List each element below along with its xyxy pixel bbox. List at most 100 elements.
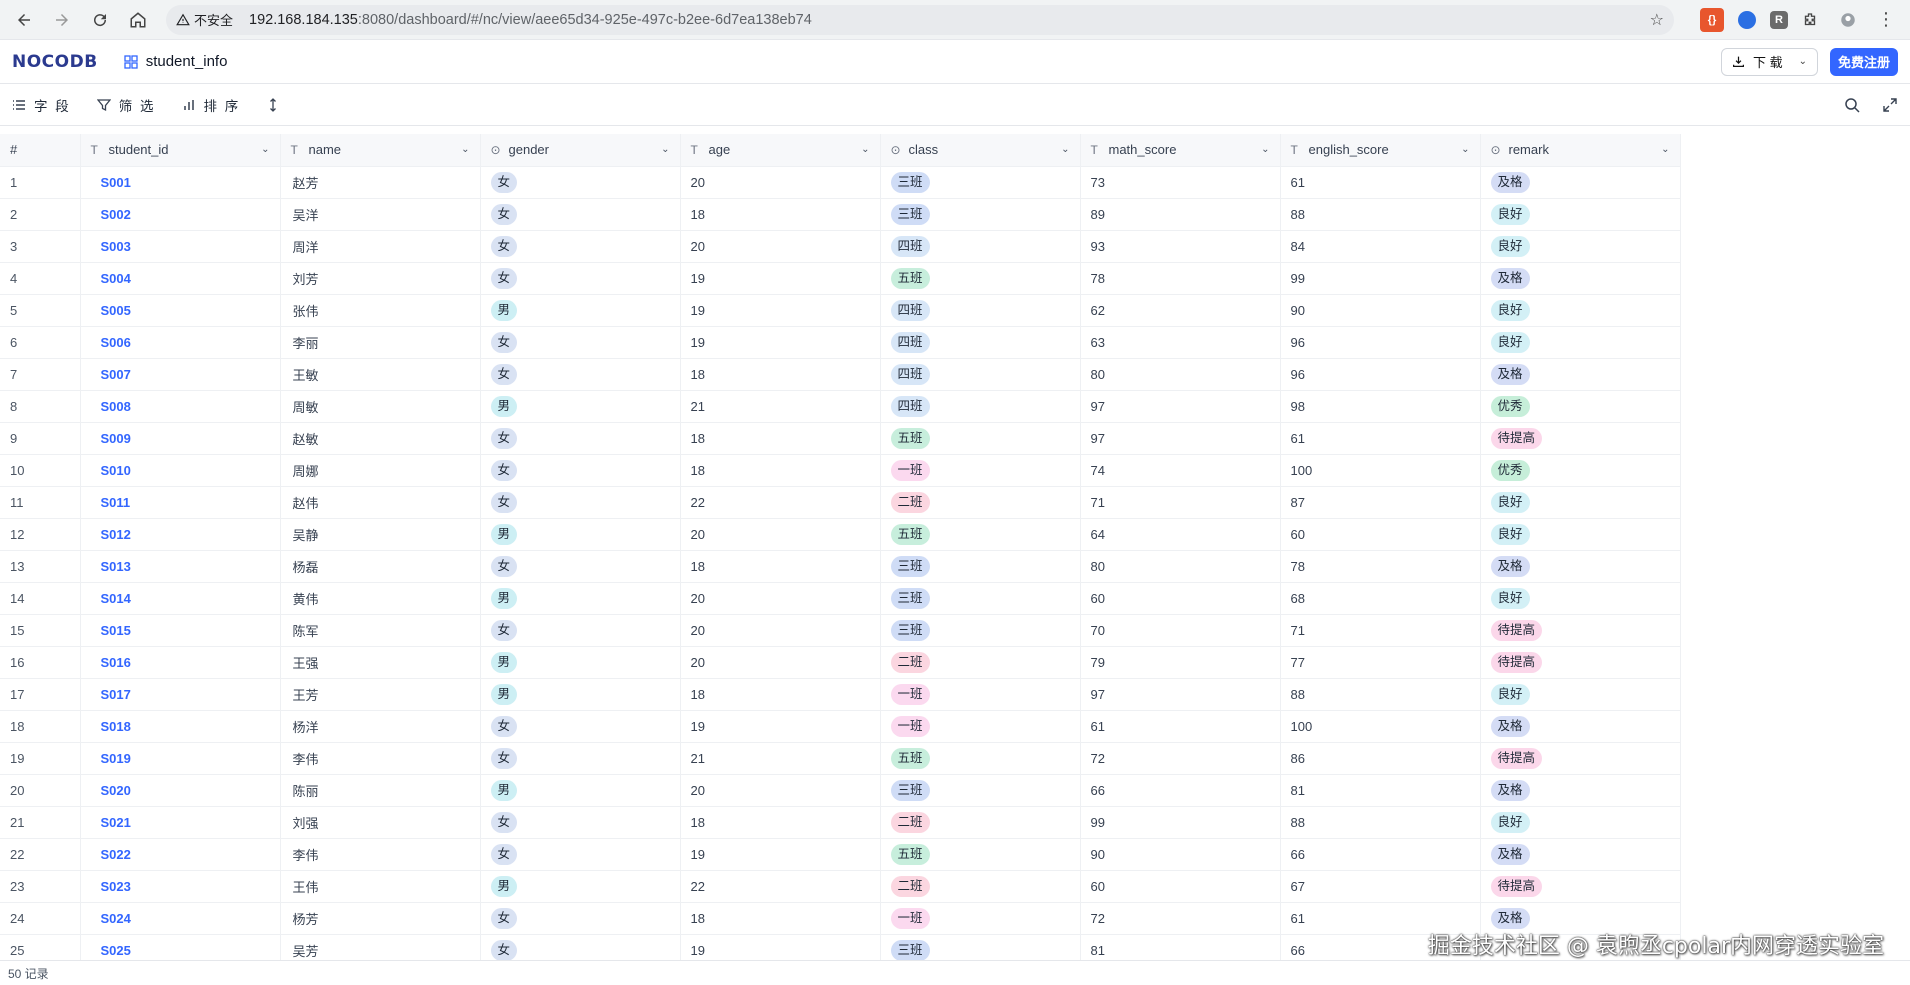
age-cell[interactable]: 20 xyxy=(680,518,881,551)
english-score-cell[interactable]: 90 xyxy=(1280,294,1481,327)
math-score-cell[interactable]: 99 xyxy=(1080,806,1281,839)
english-score-cell[interactable]: 84 xyxy=(1280,230,1481,263)
english-score-cell[interactable]: 98 xyxy=(1280,390,1481,423)
gender-cell[interactable]: 女 xyxy=(480,262,681,295)
class-cell[interactable]: 三班 xyxy=(880,934,1081,960)
math-score-cell[interactable]: 78 xyxy=(1080,262,1281,295)
table-row[interactable]: 9 S009 赵敏女 18 五班 97 61 待提高 xyxy=(0,422,1681,455)
filter-button[interactable]: 筛 选 xyxy=(96,95,156,115)
name-cell[interactable]: 黄伟 xyxy=(280,582,481,615)
class-cell[interactable]: 一班 xyxy=(880,454,1081,487)
row-number[interactable]: 3 xyxy=(0,230,81,263)
student-id-cell[interactable]: S014 xyxy=(80,582,281,615)
bookmark-star-icon[interactable]: ☆ xyxy=(1650,10,1664,30)
age-cell[interactable]: 22 xyxy=(680,870,881,903)
class-cell[interactable]: 四班 xyxy=(880,358,1081,391)
student-id-cell[interactable]: S008 xyxy=(80,390,281,423)
gender-cell[interactable]: 女 xyxy=(480,614,681,647)
class-cell[interactable]: 一班 xyxy=(880,678,1081,711)
age-cell[interactable]: 20 xyxy=(680,582,881,615)
math-score-cell[interactable]: 97 xyxy=(1080,390,1281,423)
class-cell[interactable]: 四班 xyxy=(880,390,1081,423)
age-cell[interactable]: 18 xyxy=(680,550,881,583)
gender-cell[interactable]: 女 xyxy=(480,550,681,583)
extension-icon[interactable]: R xyxy=(1770,10,1788,29)
chevron-down-icon[interactable]: ⌄ xyxy=(461,144,469,155)
remark-cell[interactable]: 良好 xyxy=(1480,678,1681,711)
gender-cell[interactable]: 女 xyxy=(480,454,681,487)
student-id-cell[interactable]: S002 xyxy=(80,198,281,231)
math-score-cell[interactable]: 61 xyxy=(1080,710,1281,743)
row-number[interactable]: 18 xyxy=(0,710,81,743)
class-cell[interactable]: 三班 xyxy=(880,550,1081,583)
age-cell[interactable]: 20 xyxy=(680,646,881,679)
age-cell[interactable]: 18 xyxy=(680,422,881,455)
table-row[interactable]: 14 S014 黄伟男 20 三班 60 68 良好 xyxy=(0,582,1681,615)
age-cell[interactable]: 18 xyxy=(680,806,881,839)
math-score-cell[interactable]: 89 xyxy=(1080,198,1281,231)
name-cell[interactable]: 王敏 xyxy=(280,358,481,391)
age-cell[interactable]: 18 xyxy=(680,198,881,231)
english-score-cell[interactable]: 81 xyxy=(1280,774,1481,807)
math-score-cell[interactable]: 73 xyxy=(1080,166,1281,199)
search-icon[interactable] xyxy=(1844,97,1860,113)
student-id-cell[interactable]: S013 xyxy=(80,550,281,583)
student-id-cell[interactable]: S005 xyxy=(80,294,281,327)
sort-button[interactable]: 排 序 xyxy=(182,95,241,115)
math-score-cell[interactable]: 72 xyxy=(1080,902,1281,935)
profile-avatar-icon[interactable] xyxy=(1832,4,1864,36)
remark-cell[interactable]: 良好 xyxy=(1480,294,1681,327)
student-id-cell[interactable]: S003 xyxy=(80,230,281,263)
gender-cell[interactable]: 女 xyxy=(480,422,681,455)
chevron-down-icon[interactable]: ⌄ xyxy=(661,144,669,155)
gender-cell[interactable]: 男 xyxy=(480,774,681,807)
gender-cell[interactable]: 女 xyxy=(480,198,681,231)
class-cell[interactable]: 五班 xyxy=(880,518,1081,551)
chevron-down-icon[interactable]: ⌄ xyxy=(1461,144,1469,155)
row-number[interactable]: 21 xyxy=(0,806,81,839)
math-score-cell[interactable]: 60 xyxy=(1080,582,1281,615)
name-cell[interactable]: 陈丽 xyxy=(280,774,481,807)
age-cell[interactable]: 20 xyxy=(680,774,881,807)
remark-cell[interactable]: 及格 xyxy=(1480,774,1681,807)
english-score-cell[interactable]: 71 xyxy=(1280,614,1481,647)
chevron-down-icon[interactable]: ⌄ xyxy=(1261,144,1269,155)
student-id-cell[interactable]: S009 xyxy=(80,422,281,455)
remark-cell[interactable]: 良好 xyxy=(1480,806,1681,839)
age-cell[interactable]: 20 xyxy=(680,230,881,263)
column-header-remark[interactable]: ⊙ remark ⌄ xyxy=(1480,134,1681,167)
student-id-cell[interactable]: S016 xyxy=(80,646,281,679)
nocodb-logo[interactable]: NOCODB xyxy=(12,52,98,72)
english-score-cell[interactable]: 88 xyxy=(1280,806,1481,839)
gender-cell[interactable]: 女 xyxy=(480,934,681,960)
class-cell[interactable]: 二班 xyxy=(880,870,1081,903)
student-id-cell[interactable]: S001 xyxy=(80,166,281,199)
english-score-cell[interactable]: 60 xyxy=(1280,518,1481,551)
name-cell[interactable]: 吴洋 xyxy=(280,198,481,231)
student-id-cell[interactable]: S015 xyxy=(80,614,281,647)
student-id-cell[interactable]: S023 xyxy=(80,870,281,903)
extension-icon[interactable]: {} xyxy=(1700,7,1724,32)
class-cell[interactable]: 一班 xyxy=(880,902,1081,935)
expand-icon[interactable] xyxy=(1882,97,1898,113)
url-text[interactable]: 192.168.184.135:8080/dashboard/#/nc/view… xyxy=(249,12,812,28)
row-number[interactable]: 4 xyxy=(0,262,81,295)
table-row[interactable]: 4 S004 刘芳女 19 五班 78 99 及格 xyxy=(0,262,1681,295)
math-score-cell[interactable]: 80 xyxy=(1080,550,1281,583)
row-number[interactable]: 15 xyxy=(0,614,81,647)
gender-cell[interactable]: 女 xyxy=(480,326,681,359)
remark-cell[interactable]: 待提高 xyxy=(1480,614,1681,647)
age-cell[interactable]: 19 xyxy=(680,838,881,871)
student-id-cell[interactable]: S012 xyxy=(80,518,281,551)
student-id-cell[interactable]: S006 xyxy=(80,326,281,359)
row-number[interactable]: 25 xyxy=(0,934,81,960)
column-header-class[interactable]: ⊙ class ⌄ xyxy=(880,134,1081,167)
remark-cell[interactable]: 及格 xyxy=(1480,358,1681,391)
name-cell[interactable]: 李伟 xyxy=(280,742,481,775)
english-score-cell[interactable]: 99 xyxy=(1280,262,1481,295)
table-row[interactable]: 10 S010 周娜女 18 一班 74 100 优秀 xyxy=(0,454,1681,487)
english-score-cell[interactable]: 68 xyxy=(1280,582,1481,615)
age-cell[interactable]: 18 xyxy=(680,678,881,711)
back-icon[interactable] xyxy=(8,4,40,36)
name-cell[interactable]: 张伟 xyxy=(280,294,481,327)
